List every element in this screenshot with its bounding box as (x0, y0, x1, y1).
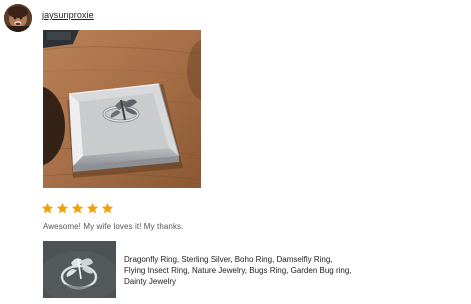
star-icon (71, 202, 84, 214)
reviewer-avatar[interactable] (4, 4, 32, 32)
review-photo[interactable] (43, 30, 201, 188)
star-icon (56, 202, 69, 214)
star-icon (86, 202, 99, 214)
reviewer-username-link[interactable]: jaysunproxie (42, 10, 94, 20)
review-text: Awesome! My wife loves it! My thanks. (43, 222, 184, 231)
dragonfly-ring-thumbnail (43, 241, 116, 298)
star-rating (41, 202, 114, 215)
star-icon (101, 202, 114, 214)
listing-thumbnail[interactable] (43, 241, 116, 298)
purchased-item-link[interactable]: Dragonfly Ring, Sterling Silver, Boho Ri… (43, 241, 403, 301)
listing-title[interactable]: Dragonfly Ring, Sterling Silver, Boho Ri… (124, 254, 356, 287)
star-icon (41, 202, 54, 214)
review-card: jaysunproxie Awesome! My wife loves it! … (0, 0, 471, 304)
avatar-image (4, 4, 32, 32)
ring-in-gift-box-photo (43, 30, 201, 188)
